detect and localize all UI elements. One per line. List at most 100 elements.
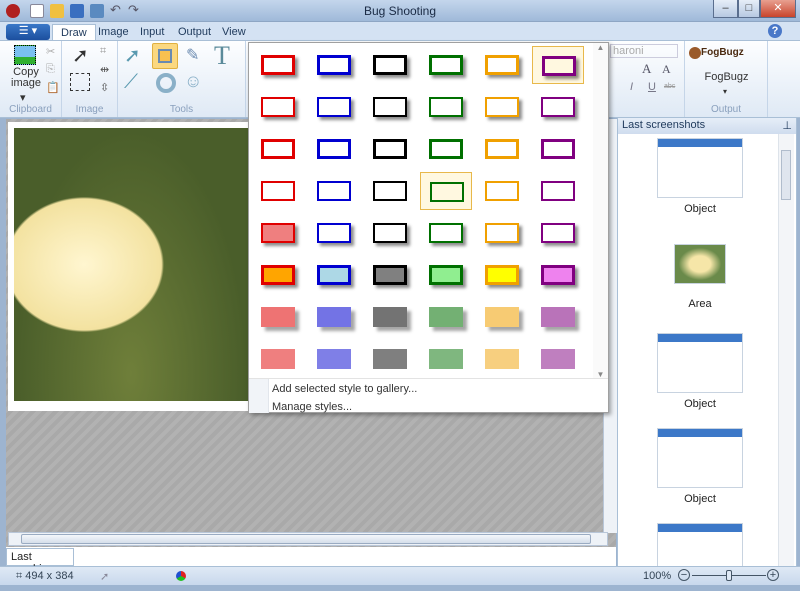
copy-icon[interactable]: ⎘ [46,63,55,76]
pin-icon[interactable]: ⊥ [782,119,792,132]
style-swatch[interactable] [532,172,584,210]
style-swatch[interactable] [532,130,584,168]
arrow-tool-icon[interactable]: ➚ [124,43,141,68]
font-name-field[interactable]: haroni [610,44,678,58]
style-swatch[interactable] [532,256,584,294]
crop-icon[interactable]: ⌗ [100,45,106,58]
italic-button[interactable]: I [630,81,633,93]
style-swatch[interactable] [420,214,472,252]
style-swatch[interactable] [476,340,528,378]
stamp-tool-icon[interactable]: ☺ [184,71,202,92]
style-swatch[interactable] [364,340,416,378]
style-swatch[interactable] [476,88,528,126]
tab-last-graphics[interactable]: Last graphics [6,548,74,575]
style-swatch[interactable] [364,214,416,252]
canvas-horizontal-scrollbar[interactable] [8,532,608,546]
style-swatch[interactable] [532,88,584,126]
style-swatch[interactable] [476,214,528,252]
chick-image[interactable] [14,128,248,401]
style-swatch[interactable] [420,130,472,168]
fogbugz-dropdown[interactable]: ▾ [723,87,727,96]
rectangle-tool-button[interactable] [152,43,178,69]
style-swatch[interactable] [364,256,416,294]
style-swatch[interactable] [420,340,472,378]
style-swatch[interactable] [476,46,528,84]
flip-vertical-icon[interactable]: ⇳ [100,81,109,94]
select-arrow-icon[interactable]: ➚ [72,43,89,68]
screenshot-item[interactable]: Object [630,333,770,410]
style-swatch[interactable] [532,298,584,336]
style-swatch[interactable] [308,298,360,336]
fogbugz-button[interactable]: FogBugz [685,71,768,83]
scroll-thumb[interactable] [21,534,591,544]
zoom-slider-thumb[interactable] [726,570,732,581]
tab-view[interactable]: View [214,24,254,41]
close-button[interactable]: ✕ [760,0,796,18]
manage-styles-item[interactable]: Manage styles... [249,399,608,417]
style-swatch[interactable] [252,340,304,378]
tab-image[interactable]: Image [90,24,137,41]
screenshot-item[interactable]: Object [630,138,770,215]
style-swatch[interactable] [364,298,416,336]
style-swatch[interactable] [364,130,416,168]
ellipse-tool-icon[interactable] [156,73,176,93]
style-swatch[interactable] [252,172,304,210]
flip-horizontal-icon[interactable]: ⇹ [100,63,109,76]
style-swatch[interactable] [420,88,472,126]
cut-icon[interactable]: ✂ [46,45,55,58]
strikethrough-button[interactable]: abc [664,83,675,90]
select-area-icon[interactable] [70,73,90,91]
copy-dropdown[interactable]: ▾ [20,91,26,104]
style-swatch[interactable] [364,88,416,126]
tab-input[interactable]: Input [132,24,172,41]
style-swatch[interactable] [476,172,528,210]
grow-font-button[interactable]: A [642,61,651,77]
style-swatch[interactable] [476,130,528,168]
zoom-out-button[interactable]: − [678,569,690,581]
style-swatch[interactable] [532,46,584,84]
screenshot-item[interactable]: Area [630,244,770,310]
marker-tool-icon[interactable]: ✎ [186,45,199,65]
text-tool-icon[interactable]: T [214,41,230,71]
style-swatch[interactable] [308,256,360,294]
style-swatch[interactable] [476,256,528,294]
style-swatch[interactable] [308,340,360,378]
style-swatch[interactable] [308,88,360,126]
maximize-button[interactable]: □ [738,0,760,18]
style-swatch[interactable] [420,172,472,210]
minimize-button[interactable]: – [713,0,738,18]
style-swatch[interactable] [532,340,584,378]
underline-button[interactable]: U [648,81,656,93]
style-swatch[interactable] [308,172,360,210]
style-swatch[interactable] [364,172,416,210]
panel-scrollbar[interactable] [778,134,794,566]
gallery-scrollbar[interactable]: ▲ ▼ [593,43,608,379]
zoom-in-button[interactable]: + [767,569,779,581]
style-swatch[interactable] [308,214,360,252]
style-swatch[interactable] [476,298,528,336]
shrink-font-button[interactable]: A [662,62,671,77]
style-swatch[interactable] [252,46,304,84]
style-swatch[interactable] [420,256,472,294]
tab-output[interactable]: Output [170,24,219,41]
style-swatch[interactable] [532,214,584,252]
style-swatch[interactable] [308,130,360,168]
help-icon[interactable]: ? [768,24,782,38]
style-swatch[interactable] [420,298,472,336]
style-swatch[interactable] [252,256,304,294]
style-swatch[interactable] [364,46,416,84]
add-style-to-gallery-item[interactable]: Add selected style to gallery... [249,381,608,399]
style-preview [373,139,407,159]
style-swatch[interactable] [420,46,472,84]
app-menu-button[interactable]: ☰ ▾ [6,24,50,40]
paste-icon[interactable]: 📋 [46,81,60,94]
line-tool-icon[interactable]: ⟋ [124,71,138,94]
style-swatch[interactable] [252,298,304,336]
style-swatch[interactable] [252,88,304,126]
style-swatch[interactable] [252,214,304,252]
style-swatch[interactable] [308,46,360,84]
copy-image-button[interactable]: Copy image [6,67,46,89]
scroll-thumb[interactable] [781,150,791,200]
style-swatch[interactable] [252,130,304,168]
screenshot-item[interactable]: Object [630,428,770,505]
